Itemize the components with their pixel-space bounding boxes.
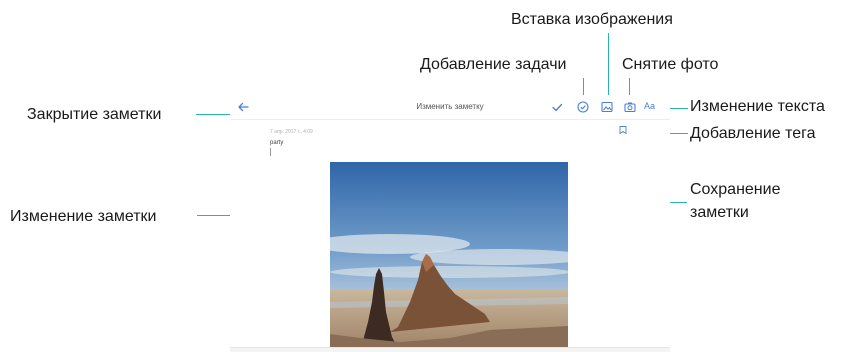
- take-photo-callout: Снятие фото: [622, 56, 719, 73]
- text-cursor: [270, 148, 271, 156]
- note-date: 7 апр. 2017 г., 4:09: [270, 129, 313, 135]
- check-icon[interactable]: [550, 100, 564, 114]
- task-icon[interactable]: [576, 100, 590, 114]
- note-body-text[interactable]: party: [270, 140, 283, 146]
- bottom-bar: [230, 347, 670, 352]
- note-editor-screen: Изменить заметку Aa 7 апр. 2017 г., 4:09…: [230, 95, 670, 352]
- camera-icon[interactable]: [623, 100, 637, 114]
- edit-note-callout: Изменение заметки: [10, 208, 157, 225]
- text-format-icon[interactable]: Aa: [644, 101, 660, 115]
- add-tag-callout: Добавление тега: [690, 125, 816, 142]
- save-note-callout-line2: заметки: [690, 204, 749, 221]
- add-task-callout: Добавление задачи: [420, 56, 567, 73]
- inserted-photo[interactable]: [330, 162, 568, 352]
- save-note-callout-line1: Сохранение: [690, 181, 781, 198]
- edit-text-callout: Изменение текста: [690, 98, 825, 115]
- tag-icon[interactable]: [618, 125, 628, 135]
- editor-toolbar: Изменить заметку Aa: [230, 95, 670, 120]
- close-note-callout: Закрытие заметки: [27, 106, 162, 123]
- insert-image-callout: Вставка изображения: [511, 11, 673, 28]
- image-icon[interactable]: [600, 100, 614, 114]
- insert-image-leader: [608, 33, 609, 104]
